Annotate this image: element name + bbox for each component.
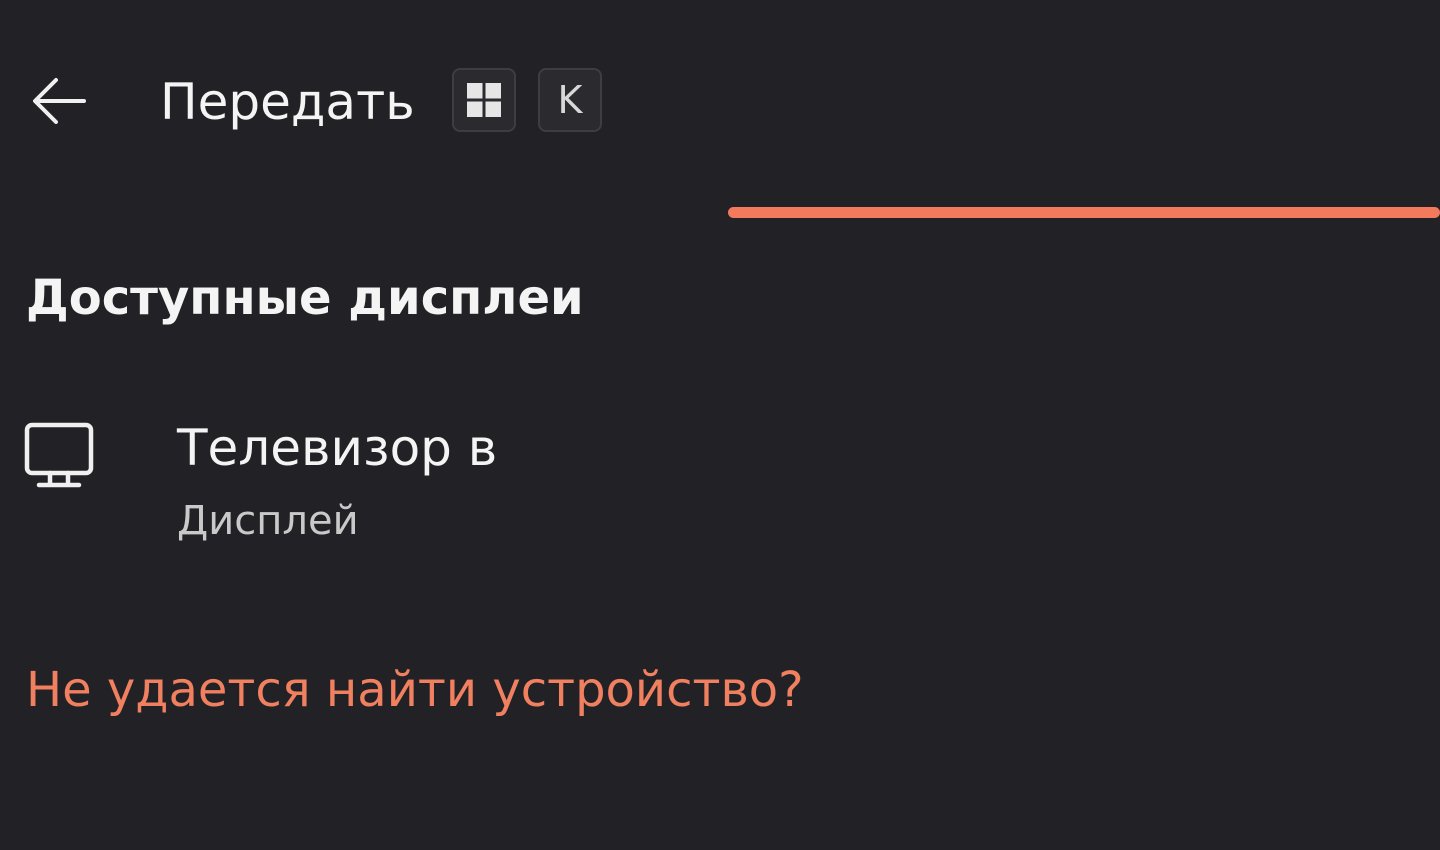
windows-logo-icon <box>467 83 501 117</box>
search-progress-bar <box>728 207 1440 218</box>
cant-find-device-link[interactable]: Не удается найти устройство? <box>26 658 804 722</box>
section-title-available-displays: Доступные дисплеи <box>26 270 584 326</box>
page-title: Передать <box>160 73 415 131</box>
monitor-icon <box>24 422 94 488</box>
shortcut-key-k: K <box>538 68 602 132</box>
device-name: Телевизор в <box>177 419 498 477</box>
back-button[interactable] <box>28 74 90 128</box>
device-type: Дисплей <box>177 498 359 544</box>
shortcut-key-windows <box>452 68 516 132</box>
device-item[interactable]: Телевизор в Дисплей <box>0 404 1440 564</box>
cast-panel: Передать K Доступные дисплеи Телевизор в… <box>0 0 1440 850</box>
arrow-left-icon <box>33 78 86 124</box>
